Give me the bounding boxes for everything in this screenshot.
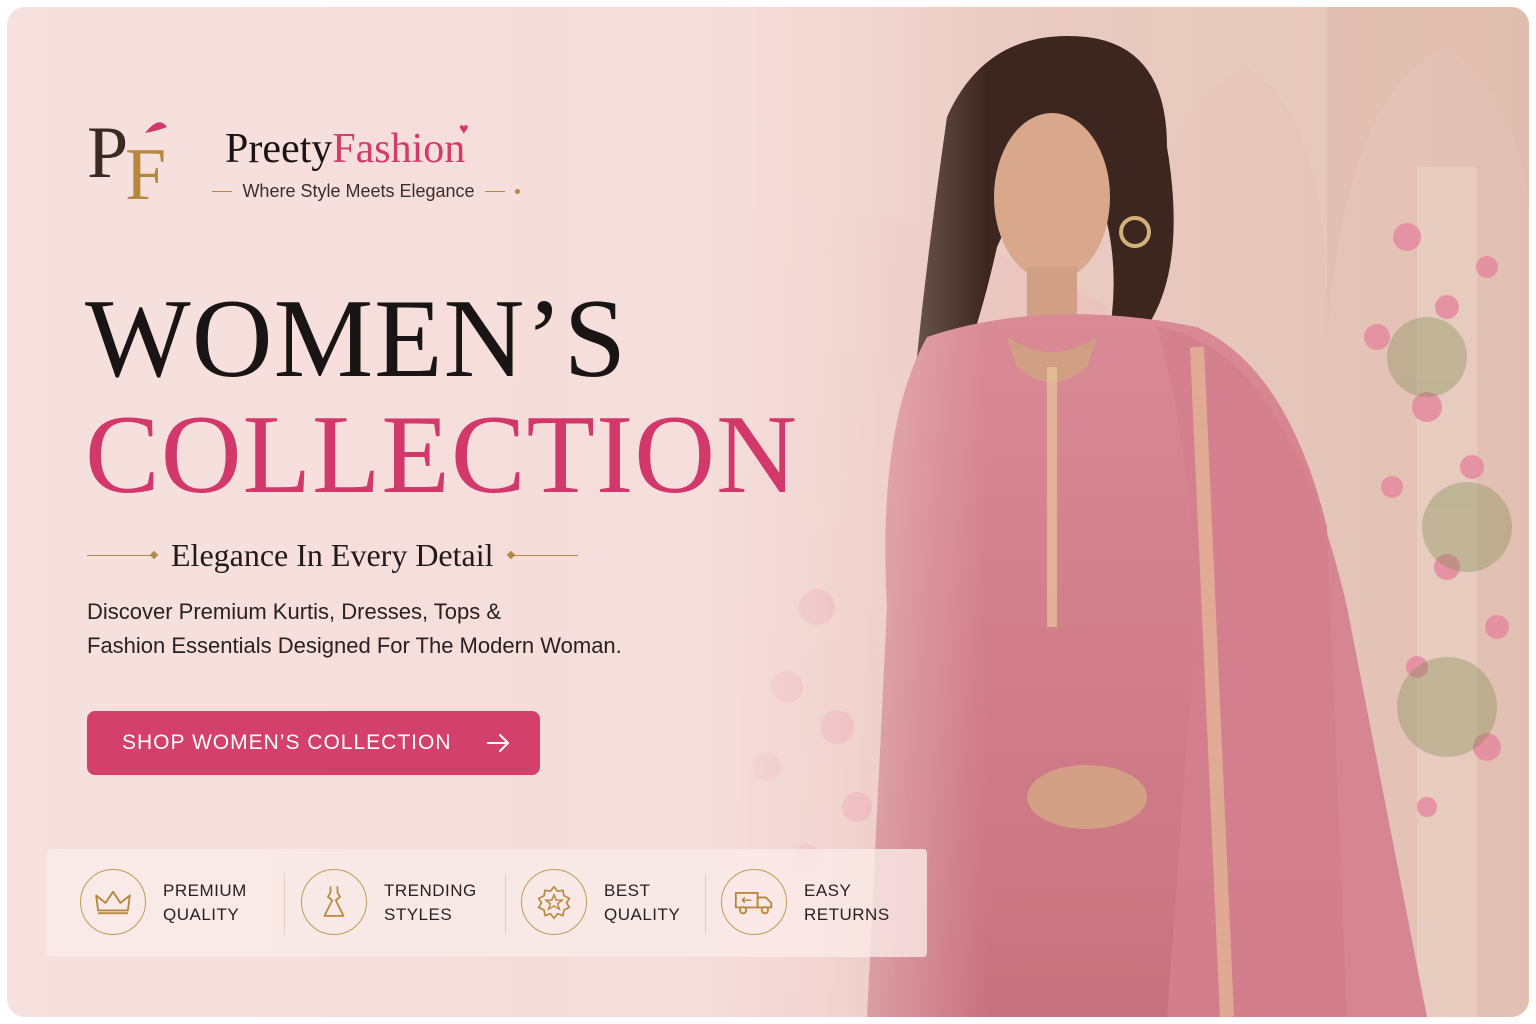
truck-icon <box>721 869 787 935</box>
headline-line1: WOMEN’S <box>85 277 628 401</box>
features-strip: PREMIUM QUALITY TRENDING STYLES BEST QUA… <box>47 849 927 957</box>
heart-icon: ♥ <box>459 121 469 138</box>
arrow-right-icon <box>487 734 509 752</box>
divider <box>505 873 506 935</box>
headline-line2: COLLECTION <box>85 393 799 517</box>
star-badge-icon <box>521 869 587 935</box>
feature-label-line1: EASY <box>804 881 852 900</box>
divider <box>284 873 285 935</box>
feature-label: EASY RETURNS <box>804 879 890 927</box>
feature-label-line1: PREMIUM <box>163 881 247 900</box>
brand-name[interactable]: PreetyFashion <box>225 125 465 173</box>
feature-label-line1: TRENDING <box>384 881 477 900</box>
shop-collection-button[interactable]: SHOP WOMEN’S COLLECTION <box>87 711 540 775</box>
description-line1: Discover Premium Kurtis, Dresses, Tops & <box>87 599 502 624</box>
divider <box>87 554 155 556</box>
divider-dot <box>514 188 520 194</box>
svg-text:P: P <box>87 112 128 194</box>
subheading: Elegance In Every Detail <box>87 535 621 575</box>
feature-label-line2: RETURNS <box>804 905 890 924</box>
logo-monogram[interactable]: P F <box>85 107 181 216</box>
description-line2: Fashion Essentials Designed For The Mode… <box>87 633 622 658</box>
subheading-text: Elegance In Every Detail <box>171 536 494 573</box>
dress-icon <box>301 869 367 935</box>
crown-icon <box>80 869 146 935</box>
feature-label-line1: BEST <box>604 881 651 900</box>
divider <box>484 190 505 192</box>
divider <box>705 873 706 935</box>
feature-label: PREMIUM QUALITY <box>163 879 247 927</box>
brand-tagline: Where Style Meets Elegance <box>193 179 539 203</box>
brand-name-part1: Preety <box>225 126 333 172</box>
description: Discover Premium Kurtis, Dresses, Tops &… <box>87 595 727 663</box>
svg-text:F: F <box>125 134 166 207</box>
hero-banner: P F PreetyFashion ♥ Where Style Meets El… <box>7 7 1529 1017</box>
feature-label-line2: QUALITY <box>604 905 681 924</box>
feature-label: BEST QUALITY <box>604 879 680 927</box>
divider <box>509 554 578 556</box>
cta-label: SHOP WOMEN’S COLLECTION <box>122 731 452 754</box>
feature-label-line2: STYLES <box>384 905 453 924</box>
brand-name-part2: Fashion <box>332 126 466 172</box>
feature-label: TRENDING STYLES <box>384 879 477 927</box>
feature-label-line2: QUALITY <box>163 905 240 924</box>
tagline-text: Where Style Meets Elegance <box>242 180 475 201</box>
divider <box>212 190 233 192</box>
